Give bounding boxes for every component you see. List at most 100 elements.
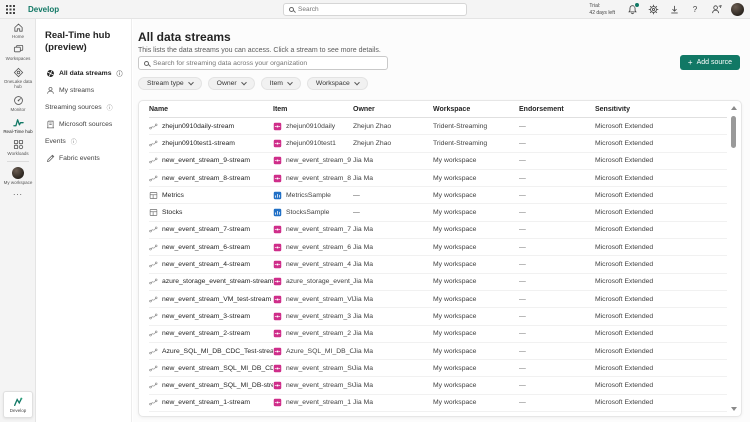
filter-owner[interactable]: Owner (207, 77, 255, 90)
item-text: zhejun0910test1 (286, 139, 336, 147)
global-search-box[interactable] (283, 3, 467, 16)
sidebar-item-fabric-events[interactable]: Fabric events (45, 150, 125, 167)
scroll-down-icon[interactable] (731, 407, 737, 411)
workspace-text: Trident-Streaming (433, 122, 488, 130)
cell-sensitivity: Microsoft Extended (595, 313, 727, 320)
table-scrollbar[interactable] (729, 104, 738, 413)
table-row[interactable]: new_event_stream_SQL_MI_DB-stream new_eve… (149, 377, 727, 395)
rail-item-workloads[interactable]: Workloads (0, 136, 36, 158)
rail-item-label: Workspaces (5, 56, 31, 62)
app-launcher-icon[interactable] (0, 0, 20, 19)
rail-item-onelake[interactable]: OneLake data hub (0, 64, 36, 92)
workload-switcher-develop[interactable]: Develop (3, 391, 33, 418)
notification-badge (634, 1, 640, 8)
column-header-owner[interactable]: Owner (353, 106, 433, 113)
add-source-button[interactable]: + Add source (679, 55, 740, 70)
info-icon[interactable]: ⓘ (71, 137, 77, 146)
sidebar-item-my-streams[interactable]: My streams (45, 82, 125, 99)
filter-item[interactable]: Item (260, 77, 301, 90)
table-row[interactable]: new_event_stream_9-stream new_event_strea… (149, 153, 727, 170)
help-icon[interactable]: ? (689, 4, 701, 16)
table-row[interactable]: new_event_stream_SQL_MI_DB_CDC-stream new… (149, 360, 727, 378)
table-row[interactable]: new_event_stream_6-stream new_event_strea… (149, 239, 727, 257)
column-header-endorsement[interactable]: Endorsement (519, 106, 595, 113)
pencil-icon (45, 154, 55, 163)
stream-search-input[interactable] (153, 59, 378, 67)
stream-search-box[interactable] (138, 56, 388, 70)
notifications-icon[interactable] (626, 1, 640, 16)
workspace-text: My workspace (433, 364, 477, 372)
rail-item-label: Monitor (10, 106, 26, 112)
sidebar-item-all-data-streams[interactable]: All data streams ⓘ (45, 65, 125, 82)
table-row[interactable]: Stocks StocksSample — My workspace — Microsof… (149, 204, 727, 222)
cell-name: new_event_stream_6-stream (149, 243, 273, 252)
page-title: All data streams (138, 30, 231, 44)
stream-icon (149, 260, 158, 269)
owner-text: Jia Ma (353, 312, 374, 320)
cell-sensitivity: Microsoft Extended (595, 382, 727, 389)
sensitivity-text: Microsoft Extended (595, 191, 654, 199)
name-text: new_event_stream_8-stream (162, 174, 251, 182)
cell-item: new_event_stream_6 (273, 243, 353, 252)
info-icon[interactable]: ⓘ (117, 69, 123, 78)
endorsement-text: — (519, 209, 526, 217)
scroll-up-icon[interactable] (731, 106, 737, 110)
rail-item-monitor[interactable]: Monitor (0, 92, 36, 114)
chevron-down-icon (187, 79, 194, 85)
table-row[interactable]: new_event_stream_7-stream new_event_strea… (149, 222, 727, 240)
column-header-item[interactable]: Item (273, 106, 353, 113)
table-row[interactable]: new_event_stream-streamnew_event_streamJ… (149, 412, 727, 417)
table-row[interactable]: new_event_stream_4-stream new_event_strea… (149, 256, 727, 274)
eventstream-icon (273, 416, 282, 417)
owner-text: Jia Ma (353, 261, 374, 269)
cell-item: MetricsSample (273, 191, 353, 200)
account-avatar[interactable] (731, 3, 744, 16)
item-text: new_event_stream_3 (286, 312, 351, 320)
rail-item-my-workspace[interactable]: My workspace (0, 164, 36, 187)
table-row[interactable]: new_event_stream_3-stream new_event_strea… (149, 308, 727, 326)
cell-item: StocksSample (273, 208, 353, 217)
table-row[interactable]: Metrics MetricsSample — My workspace — Micros… (149, 187, 727, 205)
table-row[interactable]: zhejun0910test1-stream zhejun0910test1 Zhe… (149, 135, 727, 153)
name-text: new_event_stream_4-stream (162, 261, 251, 269)
info-icon[interactable]: ⓘ (107, 103, 113, 112)
stream-icon (149, 312, 158, 321)
filter-workspace[interactable]: Workspace (306, 77, 368, 90)
rail-item-realtime-hub[interactable]: Real-Time hub (0, 114, 36, 136)
column-header-sensitivity[interactable]: Sensitivity (595, 106, 727, 113)
endorsement-text: — (519, 347, 526, 355)
sensitivity-text: Microsoft Extended (595, 261, 654, 269)
table-row[interactable]: zhejun0910daily-stream zhejun0910daily Zhe… (149, 118, 727, 136)
item-text: new_event_stream_SQL_MI_l (286, 364, 353, 372)
endorsement-text: — (519, 382, 526, 390)
table-row[interactable]: Azure_SQL_MI_DB_CDC_Test-stream Azure_SQL… (149, 343, 727, 361)
cell-item: zhejun0910test1 (273, 139, 353, 148)
table-row[interactable]: new_event_stream_2-stream new_event_strea… (149, 326, 727, 343)
item-text: new_event_stream_6 (286, 243, 351, 251)
cell-item: new_event_stream_VM_test (273, 295, 353, 304)
cell-sensitivity: Microsoft Extended (595, 123, 727, 130)
sidebar-item-microsoft-sources[interactable]: Microsoft sources (45, 116, 125, 133)
rail-item-home[interactable]: Home (0, 19, 36, 41)
table-row[interactable]: azure_storage_event_stream-stream azure_s… (149, 274, 727, 291)
item-text: Azure_SQL_MI_DB_CDC_Test (286, 347, 353, 355)
cell-endorsement: — (519, 313, 595, 320)
column-header-workspace[interactable]: Workspace (433, 106, 519, 113)
column-header-name[interactable]: Name (149, 106, 273, 113)
workspace-text: My workspace (433, 209, 477, 217)
rail-item-workspaces[interactable]: Workspaces (0, 41, 36, 63)
eventstream-icon (273, 381, 282, 390)
feedback-icon[interactable] (710, 4, 722, 16)
pulse-icon (12, 117, 24, 128)
download-icon[interactable] (668, 4, 680, 16)
filter-stream-type[interactable]: Stream type (138, 77, 202, 90)
scrollbar-thumb[interactable] (731, 116, 736, 148)
table-row[interactable]: new_event_stream_8-stream new_event_strea… (149, 170, 727, 188)
endorsement-text: — (519, 330, 526, 338)
table-row[interactable]: new_event_stream_1-stream new_event_strea… (149, 395, 727, 413)
workspace-text: My workspace (433, 157, 477, 165)
settings-gear-icon[interactable] (647, 4, 659, 16)
rail-item-more[interactable]: ... (0, 187, 36, 198)
table-row[interactable]: new_event_stream_VM_test-stream new_event… (149, 291, 727, 309)
global-search-input[interactable] (298, 6, 448, 13)
